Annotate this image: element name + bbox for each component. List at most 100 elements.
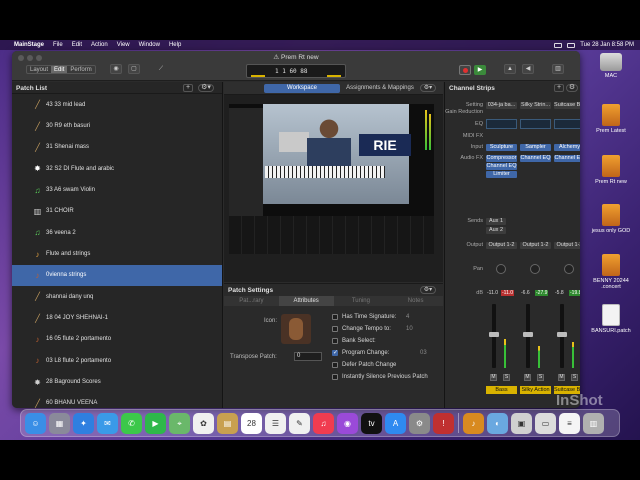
- mode-layout-tab[interactable]: Layout: [27, 66, 51, 73]
- patch-list-item[interactable]: ╱ 43 33 mid lead: [12, 94, 222, 115]
- eq-thumbnail[interactable]: [486, 119, 517, 129]
- patch-list-item[interactable]: ♪ Flute and strings: [12, 243, 222, 264]
- pan-knob[interactable]: [496, 264, 506, 274]
- patch-list-item[interactable]: ✸ 32 S2 DI Flute and arabic: [12, 158, 222, 179]
- panic-icon[interactable]: ◀: [522, 64, 534, 74]
- option-checkbox[interactable]: [332, 338, 338, 344]
- mail-icon[interactable]: ✉: [97, 412, 118, 434]
- patch-list-item[interactable]: ╱ 18 04 JOY SHEHNAI-1: [12, 307, 222, 328]
- patch-list-item[interactable]: ╱ 60 BHANU VEENA: [12, 393, 222, 408]
- menu-action[interactable]: Action: [91, 42, 108, 48]
- patch-list-item[interactable]: ♪ 16 05 flute 2 portamento: [12, 329, 222, 350]
- tv-icon[interactable]: tv: [361, 412, 382, 434]
- volume-fader-cap[interactable]: [557, 332, 567, 337]
- solo-button[interactable]: S: [537, 374, 544, 381]
- printer-icon[interactable]: ▭: [535, 412, 556, 434]
- tab-attributes[interactable]: Attributes: [278, 296, 334, 306]
- instrument-slot[interactable]: Sculpture: [486, 144, 517, 151]
- patch-list-item[interactable]: ♪ 0vienna strings: [12, 264, 222, 287]
- pan-knob[interactable]: [530, 264, 540, 274]
- calendar-icon[interactable]: 28: [241, 412, 262, 434]
- audio-fx-slot[interactable]: Channel EQ: [554, 155, 580, 162]
- workspace-action-button[interactable]: ⚙▾: [420, 84, 436, 92]
- desktop-icon-prem-latest[interactable]: Prem Latest: [588, 104, 634, 134]
- audio-fx-slot[interactable]: Channel EQ: [486, 163, 517, 170]
- desktop-icon-mac[interactable]: MAC: [588, 53, 634, 79]
- record-button[interactable]: [459, 65, 471, 75]
- finder-icon[interactable]: ☺: [25, 412, 46, 434]
- instrument-slot[interactable]: Sampler: [520, 144, 551, 151]
- patch-list-item[interactable]: ╱ 30 R9 eth basuri: [12, 115, 222, 136]
- eq-thumbnail[interactable]: [520, 119, 551, 129]
- tab-assignments-mappings[interactable]: Assignments & Mappings: [342, 84, 418, 93]
- reminders-icon[interactable]: ☰: [265, 412, 286, 434]
- battery-icon[interactable]: [554, 42, 563, 48]
- tab-workspace[interactable]: Workspace: [264, 84, 340, 93]
- add-channel-strip-button[interactable]: +: [554, 84, 564, 92]
- mode-edit-tab[interactable]: Edit: [51, 66, 68, 73]
- document-icon[interactable]: ≡: [559, 412, 580, 434]
- desktop-icon-prem-rt-new[interactable]: Prem Rt new: [588, 155, 634, 185]
- setting-slot[interactable]: Suitcase B...: [554, 102, 580, 109]
- notes-app-icon[interactable]: ▤: [217, 412, 238, 434]
- notes-icon[interactable]: ✎: [289, 412, 310, 434]
- clock[interactable]: Tue 28 Jan 8:58 PM: [580, 42, 634, 48]
- podcasts-icon[interactable]: ◉: [337, 412, 358, 434]
- settings-icon[interactable]: ⚙: [409, 412, 430, 434]
- photos-icon[interactable]: ✿: [193, 412, 214, 434]
- patch-list-item[interactable]: ♫ 36 veena 2: [12, 222, 222, 243]
- channel-strip-name[interactable]: Silky Action: [520, 386, 551, 394]
- tuner-icon[interactable]: ▢: [128, 64, 140, 74]
- desktop-icon-jesus-only-god[interactable]: jesus only GOD: [588, 204, 634, 234]
- send-slot[interactable]: Aux 1: [486, 218, 506, 225]
- option-value[interactable]: 03: [420, 350, 427, 356]
- desktop-icon-bansuri-patch[interactable]: BANSURI.patch: [588, 304, 634, 334]
- patch-list-item[interactable]: ╱ 31 Shenai mass: [12, 137, 222, 158]
- app-store-icon[interactable]: A: [385, 412, 406, 434]
- messages-icon[interactable]: ✆: [121, 412, 142, 434]
- safari-icon[interactable]: ✦: [73, 412, 94, 434]
- play-button[interactable]: ▶: [474, 65, 486, 75]
- output-slot[interactable]: Output 1-2: [520, 242, 551, 249]
- volume-fader-cap[interactable]: [489, 332, 499, 337]
- patch-list-item[interactable]: ✸ 28 Baground Scores: [12, 371, 222, 392]
- music-icon[interactable]: ♫: [313, 412, 334, 434]
- output-slot[interactable]: Output 1-2: [486, 242, 517, 249]
- setting-slot[interactable]: Silky Strin...: [520, 102, 551, 109]
- channel-strips-action-button[interactable]: ⚙: [566, 84, 578, 92]
- metronome-icon[interactable]: ◉: [110, 64, 122, 74]
- patch-list-item[interactable]: ▥ 31 CHOIR: [12, 201, 222, 222]
- mode-perform-tab[interactable]: Perform: [67, 66, 94, 73]
- patch-list-item[interactable]: ╱ shannai dany unq: [12, 286, 222, 307]
- option-checkbox[interactable]: [332, 326, 338, 332]
- menu-file[interactable]: File: [53, 42, 63, 48]
- menu-app-name[interactable]: MainStage: [14, 42, 44, 48]
- audio-fx-slot[interactable]: Limiter: [486, 171, 517, 178]
- mainstage-icon[interactable]: ♪: [463, 412, 484, 434]
- eq-thumbnail[interactable]: [554, 119, 580, 129]
- output-slot[interactable]: Output 1-2: [554, 242, 580, 249]
- option-value[interactable]: 10: [406, 326, 413, 332]
- patch-list-action-button[interactable]: ⚙▾: [198, 84, 214, 92]
- option-checkbox[interactable]: [332, 362, 338, 368]
- control-center-icon[interactable]: [567, 42, 576, 48]
- mute-button[interactable]: M: [490, 374, 497, 381]
- patch-icon-picker[interactable]: [281, 314, 311, 344]
- tab-patch-library[interactable]: Pat...rary: [224, 296, 279, 306]
- mute-button[interactable]: M: [524, 374, 531, 381]
- menu-window[interactable]: Window: [139, 42, 160, 48]
- screenshot-icon[interactable]: !: [433, 412, 454, 434]
- menu-edit[interactable]: Edit: [72, 42, 82, 48]
- layout-toggle-icon[interactable]: ▥: [552, 64, 564, 74]
- tempo-icon[interactable]: ⟋: [155, 64, 167, 74]
- menu-help[interactable]: Help: [169, 42, 181, 48]
- patch-list-item[interactable]: ♪ 03 L8 flute 2 portamento: [12, 350, 222, 371]
- patch-list-item[interactable]: ♫ 33 A6 swam Violin: [12, 179, 222, 200]
- launchpad-icon[interactable]: ▦: [49, 412, 70, 434]
- option-checkbox[interactable]: [332, 314, 338, 320]
- tab-notes[interactable]: Notes: [388, 296, 443, 306]
- send-slot[interactable]: Aux 2: [486, 227, 506, 234]
- audio-fx-slot[interactable]: Channel EQ: [520, 155, 551, 162]
- network-icon[interactable]: ◐: [487, 412, 508, 434]
- add-patch-button[interactable]: +: [183, 84, 193, 92]
